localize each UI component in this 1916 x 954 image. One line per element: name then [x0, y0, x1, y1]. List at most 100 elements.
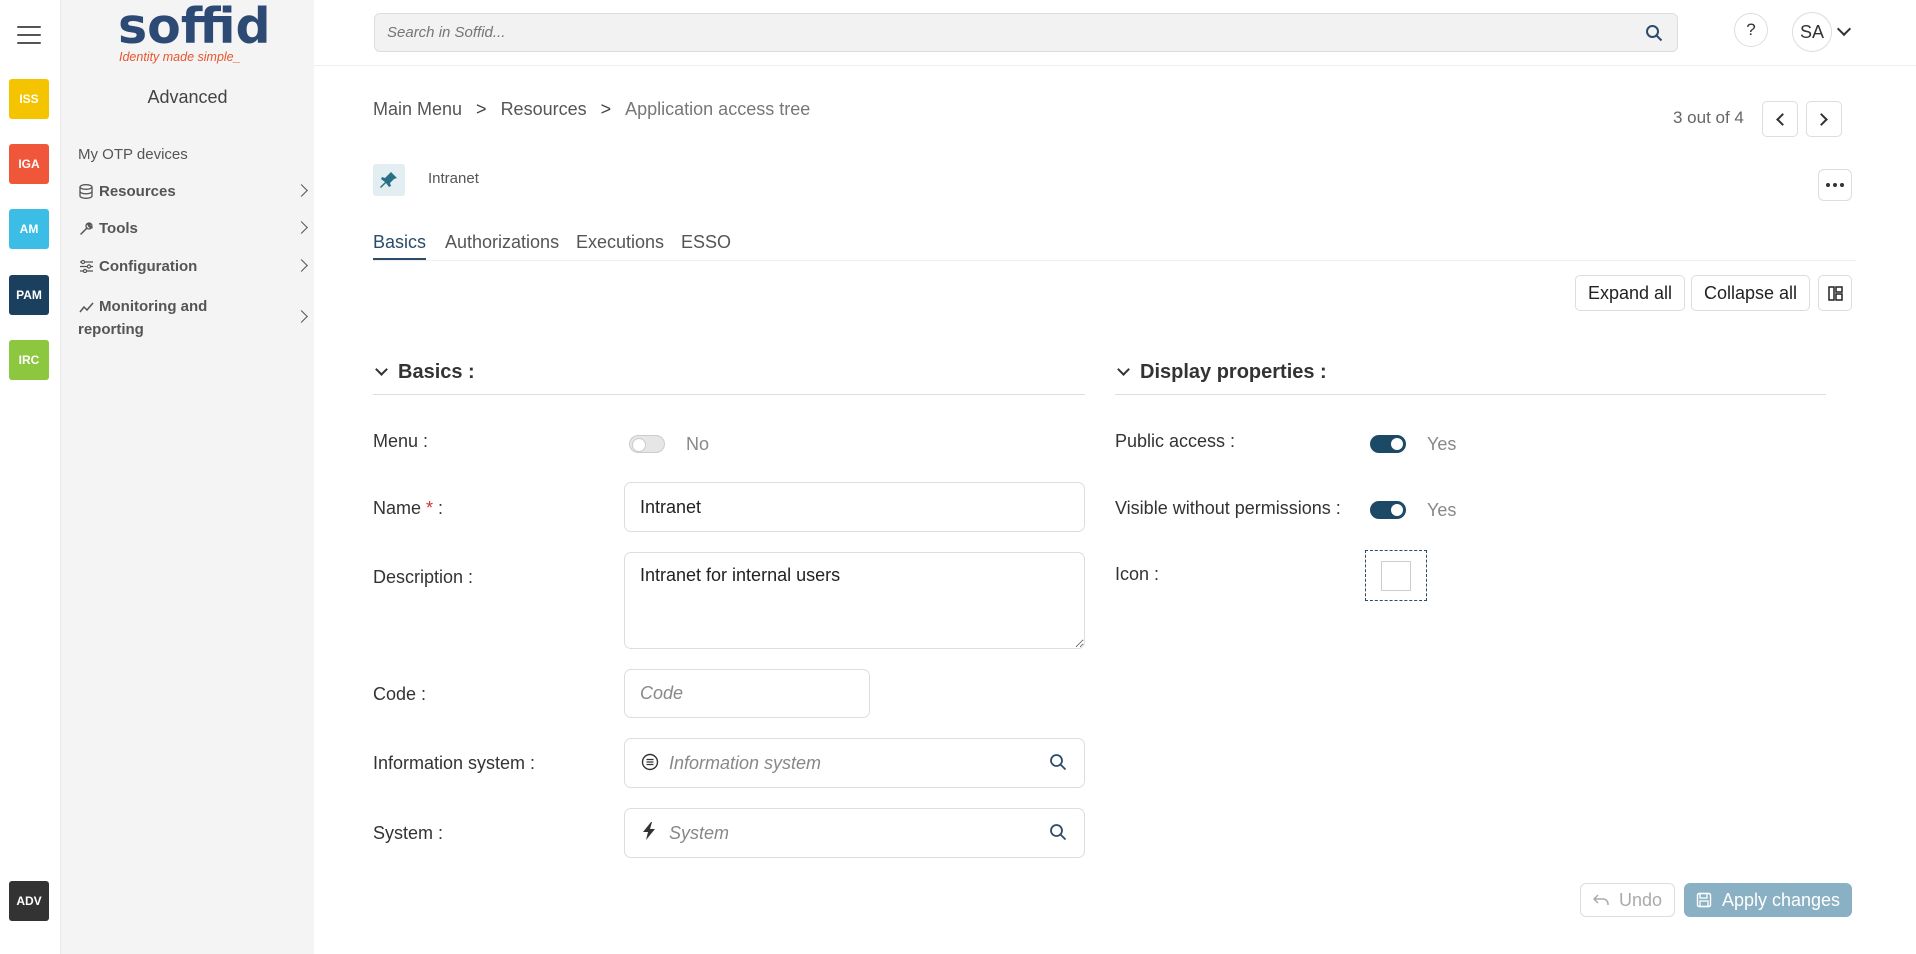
menu-value: No [686, 434, 710, 454]
chevron-down-icon [375, 363, 388, 376]
required-marker: * [426, 498, 434, 518]
undo-button[interactable]: Undo [1580, 883, 1675, 917]
apply-changes-button[interactable]: Apply changes [1684, 883, 1852, 917]
sidebar-item-resources[interactable]: Resources [78, 183, 308, 200]
database-icon [78, 184, 94, 200]
breadcrumb-current: Application access tree [625, 99, 811, 119]
code-input[interactable] [624, 669, 870, 718]
public-access-value: Yes [1427, 434, 1457, 454]
search-input[interactable] [375, 14, 1615, 51]
layout-grid-icon [1828, 286, 1843, 301]
sidebar-item-tools[interactable]: Tools [78, 220, 308, 237]
description-label: Description : [373, 567, 474, 587]
tab-basics[interactable]: Basics [373, 232, 427, 260]
hamburger-menu-icon[interactable] [17, 26, 41, 44]
sidebar-item-label: Monitoring and reporting [78, 298, 208, 338]
sidebar-item-otp-devices[interactable]: My OTP devices [78, 146, 306, 163]
system-input[interactable] [624, 808, 1085, 858]
next-record-button[interactable] [1806, 101, 1842, 137]
module-rail: ISS IGA AM PAM IRC ADV [0, 0, 61, 954]
breadcrumb: Main Menu > Resources > Application acce… [373, 99, 810, 120]
visible-without-permissions-label: Visible without permissions : [1115, 498, 1341, 518]
user-avatar[interactable]: SA [1792, 12, 1832, 52]
sidebar-item-configuration[interactable]: Configuration [78, 258, 308, 275]
module-am[interactable]: AM [9, 209, 49, 249]
list-circle-icon [641, 753, 659, 771]
module-iss[interactable]: ISS [9, 79, 49, 119]
visible-without-permissions-toggle[interactable] [1370, 501, 1406, 519]
record-name: Intranet [428, 170, 479, 187]
code-label: Code : [373, 684, 427, 704]
information-system-input[interactable] [624, 738, 1085, 788]
icon-label: Icon : [1115, 564, 1160, 584]
sidebar-title: Advanced [147, 87, 228, 107]
visible-without-permissions-value: Yes [1427, 500, 1457, 520]
icon-picker[interactable] [1365, 550, 1427, 601]
expand-all-button[interactable]: Expand all [1575, 275, 1686, 311]
lightning-icon [642, 822, 656, 840]
soffid-logo[interactable]: soffid Identity made simple_ [118, 0, 271, 68]
breadcrumb-resources[interactable]: Resources [501, 99, 587, 120]
name-input[interactable] [624, 482, 1085, 532]
breadcrumb-separator: > [476, 99, 487, 119]
help-button[interactable]: ? [1734, 13, 1768, 47]
module-irc[interactable]: IRC [9, 340, 49, 380]
module-pam[interactable]: PAM [9, 275, 49, 315]
chevron-right-icon [1815, 113, 1828, 126]
logo-wordmark: soffid [118, 0, 271, 55]
breadcrumb-main-menu[interactable]: Main Menu [373, 99, 462, 120]
sidebar-item-label: My OTP devices [78, 146, 188, 163]
tab-esso[interactable]: ESSO [681, 232, 731, 258]
chevron-right-icon [295, 310, 308, 323]
module-iga[interactable]: IGA [9, 144, 49, 184]
information-system-label: Information system : [373, 753, 536, 773]
chevron-right-icon [295, 258, 308, 272]
sidebar-item-label: Tools [99, 220, 138, 237]
tab-executions[interactable]: Executions [576, 232, 664, 258]
more-options-button[interactable] [1818, 169, 1852, 201]
tab-bar: Basics Authorizations Executions ESSO [373, 232, 1856, 261]
module-adv[interactable]: ADV [9, 881, 49, 921]
description-input[interactable]: Intranet for internal users [624, 552, 1085, 649]
section-title: Display properties : [1140, 361, 1327, 383]
menu-label: Menu : [373, 431, 429, 451]
sidebar-item-monitoring[interactable]: Monitoring and reporting [78, 295, 308, 341]
pin-icon [373, 164, 405, 196]
top-bar: ? SA [314, 0, 1916, 66]
system-label: System : [373, 823, 444, 843]
wrench-icon [78, 221, 94, 237]
sliders-icon [78, 259, 94, 275]
save-icon [1696, 892, 1712, 908]
previous-record-button[interactable] [1762, 101, 1798, 137]
chevron-left-icon [1776, 113, 1789, 126]
logo-tagline: Identity made simple_ [119, 50, 241, 64]
sidebar-item-label: Resources [99, 183, 176, 200]
name-label: Name * : [373, 498, 444, 518]
search-icon[interactable] [1645, 24, 1663, 47]
chart-line-icon [78, 299, 94, 315]
apply-changes-label: Apply changes [1721, 889, 1841, 910]
breadcrumb-separator: > [600, 99, 612, 119]
collapse-all-button[interactable]: Collapse all [1691, 275, 1811, 311]
sidebar: soffid Identity made simple_ Advanced My… [61, 0, 314, 954]
global-search [374, 13, 1678, 52]
pager-text: 3 out of 4 [1673, 108, 1744, 127]
undo-label: Undo [1618, 889, 1663, 910]
public-access-toggle[interactable] [1370, 435, 1406, 453]
search-icon[interactable] [1049, 753, 1067, 771]
undo-icon [1592, 894, 1609, 905]
basics-section-header[interactable]: Basics : [373, 361, 1085, 395]
empty-image-placeholder [1381, 561, 1411, 591]
chevron-down-icon [1117, 363, 1130, 376]
menu-toggle[interactable] [629, 435, 665, 453]
chevron-right-icon [295, 183, 308, 197]
layout-toggle-button[interactable] [1818, 275, 1852, 311]
public-access-label: Public access : [1115, 431, 1236, 451]
section-title: Basics : [398, 361, 475, 383]
chevron-right-icon [295, 220, 308, 234]
search-icon[interactable] [1049, 823, 1067, 841]
display-properties-section-header[interactable]: Display properties : [1115, 361, 1826, 395]
tab-authorizations[interactable]: Authorizations [445, 232, 559, 258]
sidebar-item-label: Configuration [99, 258, 198, 275]
chevron-down-icon[interactable] [1836, 21, 1852, 37]
